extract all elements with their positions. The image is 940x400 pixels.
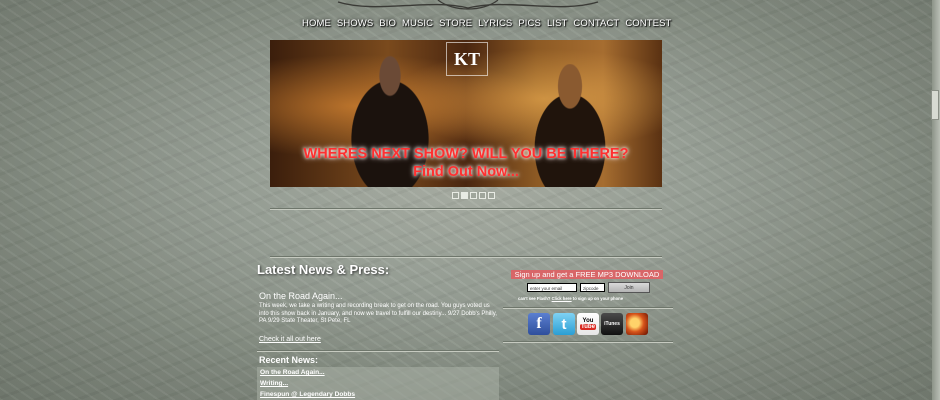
recent-news-heading: Recent News:: [259, 355, 319, 365]
itunes-icon[interactable]: iTunes: [601, 313, 623, 335]
slider-dot[interactable]: [452, 192, 459, 199]
slider-dot[interactable]: [488, 192, 495, 199]
nav-shows[interactable]: SHOWS: [334, 18, 376, 29]
hero-banner[interactable]: KT WHERES NEXT SHOW? WILL YOU BE THERE? …: [270, 40, 662, 187]
band-logo: KT: [446, 42, 488, 76]
join-button[interactable]: Join: [608, 282, 650, 293]
youtube-tube-text: Tube: [580, 324, 596, 330]
no-flash-prefix: can't see Flash?: [518, 296, 551, 301]
nav-store[interactable]: STORE: [436, 18, 475, 29]
nav-home[interactable]: HOME: [302, 18, 334, 29]
youtube-icon[interactable]: You Tube: [577, 313, 599, 335]
signup-banner: Sign up and get a FREE MP3 DOWNLOAD: [511, 270, 663, 279]
divider: [257, 350, 499, 352]
banner-headline: WHERES NEXT SHOW? WILL YOU BE THERE?: [303, 146, 629, 162]
scrollbar[interactable]: [932, 0, 940, 400]
facebook-icon[interactable]: f: [528, 313, 550, 335]
scrollbar-thumb[interactable]: [931, 90, 939, 120]
recent-news-list: On the Road Again... Writing... Finespun…: [257, 367, 499, 400]
nav-list[interactable]: LIST: [544, 18, 570, 29]
flower-icon[interactable]: [626, 313, 648, 335]
slider-dot-active[interactable]: [461, 192, 468, 199]
divider: [270, 208, 662, 210]
zipcode-field[interactable]: zipcode: [580, 283, 605, 292]
no-flash-note: can't see Flash? Click here to sign up o…: [518, 296, 668, 301]
nav-contact[interactable]: CONTACT: [570, 18, 622, 29]
recent-news-item[interactable]: Finespun @ Legendary Dobbs: [260, 391, 355, 398]
recent-news-item[interactable]: On the Road Again...: [260, 369, 325, 376]
banner-subheadline: Find Out Now...: [413, 164, 519, 180]
article-body: This week, we take a writing and recordi…: [259, 303, 497, 325]
nav-pics[interactable]: PICS: [515, 18, 544, 29]
divider: [503, 307, 673, 309]
article-title: On the Road Again...: [259, 291, 343, 301]
main-nav: HOME SHOWS BIO MUSIC STORE LYRICS PICS L…: [302, 16, 671, 30]
nav-bio[interactable]: BIO: [376, 18, 399, 29]
ornament-swirl: [337, 0, 599, 10]
no-flash-suffix: to sign up on your phone: [572, 296, 624, 301]
recent-news-item[interactable]: Writing...: [260, 380, 288, 387]
email-field[interactable]: enter your email: [527, 283, 577, 292]
check-it-out-link[interactable]: Check it all out here: [259, 336, 321, 343]
slider-dot[interactable]: [470, 192, 477, 199]
divider: [503, 341, 673, 343]
divider: [270, 256, 662, 258]
slider-dots: [452, 192, 495, 199]
nav-contest[interactable]: CONTEST: [622, 18, 674, 29]
nav-lyrics[interactable]: LYRICS: [475, 18, 515, 29]
slider-dot[interactable]: [479, 192, 486, 199]
nav-music[interactable]: MUSIC: [399, 18, 436, 29]
no-flash-link[interactable]: Click here: [552, 296, 572, 301]
twitter-icon[interactable]: t: [553, 313, 575, 335]
news-heading: Latest News & Press:: [257, 262, 390, 277]
